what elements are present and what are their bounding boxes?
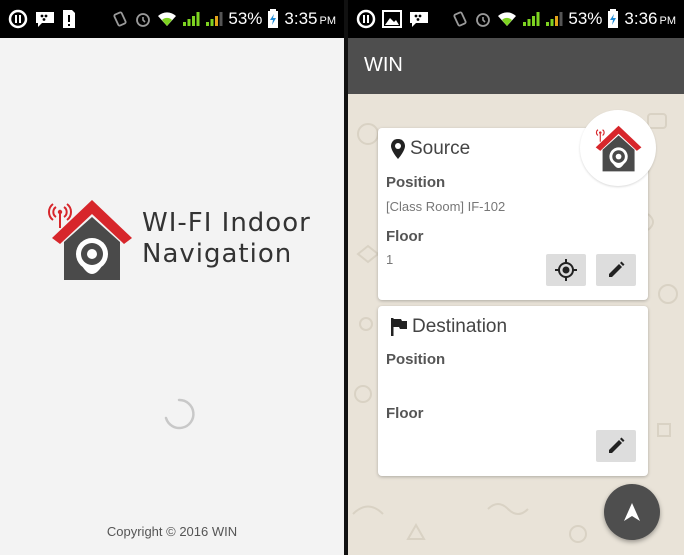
battery-charging-icon (608, 9, 619, 28)
app-name-line-1: WI-FI Indoor (142, 208, 311, 238)
app-name-line-2: Navigation (142, 239, 293, 269)
blackberry-messenger-icon (36, 12, 54, 27)
clock-ampm: PM (319, 15, 337, 27)
signal-icon (183, 12, 200, 26)
source-header: Source (390, 138, 470, 160)
status-bar: 53% 3:35 PM (0, 0, 344, 38)
app-name: WI-FI Indoor Navigation (142, 208, 311, 270)
blackberry-messenger-icon (410, 12, 428, 27)
signal-icon (523, 12, 540, 26)
win-house-logo-icon (48, 200, 132, 280)
source-position-label: Position (386, 174, 446, 191)
current-location-button[interactable] (546, 254, 586, 286)
bbm-icon (356, 9, 376, 29)
app-logo-avatar (580, 110, 656, 186)
source-position-value: [Class Room] IF-102 (386, 199, 506, 214)
win-house-logo-icon (595, 125, 642, 172)
wifi-icon (158, 12, 177, 26)
source-floor-label: Floor (386, 228, 424, 245)
battery-percent: 53% (568, 9, 603, 28)
edit-source-button[interactable] (596, 254, 636, 286)
source-heading: Source (410, 138, 471, 159)
edit-destination-button[interactable] (596, 430, 636, 462)
destination-position-label: Position (386, 351, 446, 368)
clock-time: 3:35 (284, 9, 318, 28)
navigation-screen: 53% 3:36 PM WIN Source Position [Class Ro… (348, 0, 684, 555)
wifi-icon (498, 12, 517, 26)
pencil-icon (609, 261, 625, 277)
clock-ampm: PM (659, 15, 677, 27)
sim-alert-icon (63, 10, 75, 28)
image-icon (382, 10, 402, 28)
destination-header: Destination (390, 316, 507, 338)
bbm-icon (8, 9, 28, 29)
gps-crosshair-icon (555, 259, 577, 281)
vibrate-icon (113, 11, 127, 27)
status-bar: 53% 3:36 PM (348, 0, 684, 38)
destination-floor-label: Floor (386, 405, 424, 422)
signal-icon-2 (206, 12, 223, 26)
signal-icon-2 (546, 12, 563, 26)
vibrate-icon (453, 11, 467, 27)
source-floor-value: 1 (386, 252, 394, 267)
alarm-icon (136, 13, 151, 27)
splash-screen: 53% 3:35 PM WI-FI Indoor Navigation Copy… (0, 0, 344, 555)
location-pin-icon (391, 139, 405, 159)
app-title: WIN (364, 54, 403, 76)
battery-charging-icon (268, 9, 279, 28)
navigate-fab-button[interactable] (604, 484, 660, 540)
alarm-icon (476, 13, 491, 27)
pencil-icon (609, 437, 625, 453)
app-logo: WI-FI Indoor Navigation (48, 190, 311, 288)
flag-icon (391, 318, 407, 336)
app-bar: WIN (348, 38, 684, 94)
loading-spinner-icon (164, 398, 195, 430)
destination-card: Destination Position Floor (378, 306, 648, 476)
destination-heading: Destination (412, 316, 508, 337)
battery-percent: 53% (228, 9, 263, 28)
copyright-text: Copyright © 2016 WIN (106, 524, 238, 539)
navigation-arrow-icon (624, 503, 640, 521)
clock-time: 3:36 (624, 9, 658, 28)
